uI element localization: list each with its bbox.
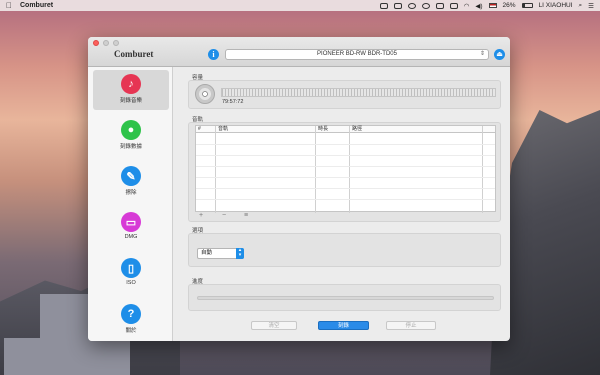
sidebar-item-label: ISO	[126, 280, 136, 286]
chevron-updown-icon: ⇕	[479, 51, 485, 57]
mode-value: 自動	[201, 250, 213, 256]
device-select[interactable]: PIONEER BD-RW BDR-TD05 ⇕	[225, 49, 489, 60]
sidebar-item-label: 擦除	[125, 190, 137, 196]
disc-icon	[195, 84, 215, 104]
battery-icon[interactable]	[521, 3, 533, 8]
iso-bin-icon: ▯	[121, 258, 141, 278]
music-note-icon: ♪	[121, 74, 141, 94]
data-drop-icon: ●	[121, 120, 141, 140]
user-name[interactable]: LI XIAOHUI	[539, 2, 573, 9]
device-label: PIONEER BD-RW BDR-TD05	[317, 51, 397, 57]
app-menu[interactable]: Comburet	[20, 2, 53, 9]
remove-track-button[interactable]: −	[222, 212, 226, 219]
clock-icon[interactable]	[421, 2, 430, 9]
add-track-button[interactable]: +	[199, 212, 203, 219]
sidebar-item-label: DMG	[124, 234, 138, 240]
stop-button[interactable]: 停止	[386, 321, 436, 330]
sidebar-item-iso[interactable]: ▯ ISO	[93, 254, 169, 294]
table-row	[196, 144, 495, 145]
column-header-track[interactable]: 音軌	[216, 126, 228, 133]
volume-icon[interactable]: ◀)	[475, 2, 482, 10]
status-icon[interactable]	[393, 2, 402, 9]
eraser-icon: ✎	[121, 166, 141, 186]
clear-button[interactable]: 清空	[251, 321, 297, 330]
status-icon[interactable]	[379, 2, 388, 9]
question-icon: ?	[121, 304, 141, 324]
minimize-button[interactable]	[103, 40, 109, 46]
column-header-number[interactable]: #	[196, 126, 201, 133]
title-bar: Comburet i PIONEER BD-RW BDR-TD05 ⇕ ⏏	[88, 37, 510, 67]
burn-progress-bar	[197, 296, 494, 300]
sidebar: ♪ 刻錄音樂 ● 刻錄數據 ✎ 擦除 ▭ DMG ▯ ISO ? 關於	[88, 67, 173, 341]
table-row	[196, 166, 495, 167]
table-header: # 音軌 時長 路徑	[196, 126, 495, 133]
info-icon[interactable]: i	[208, 49, 219, 60]
sidebar-item-erase[interactable]: ✎ 擦除	[93, 162, 169, 202]
zoom-button[interactable]	[113, 40, 119, 46]
sidebar-item-label: 關於	[125, 328, 137, 334]
options-group: 自動 ▴ ▾	[188, 233, 501, 267]
dmg-disk-icon: ▭	[121, 212, 141, 232]
table-row	[196, 177, 495, 178]
sidebar-item-dmg[interactable]: ▭ DMG	[93, 208, 169, 248]
list-icon[interactable]: ≡	[244, 212, 248, 219]
burn-button[interactable]: 刻錄	[318, 321, 369, 330]
tracks-group: # 音軌 時長 路徑 + − ≡	[188, 122, 501, 222]
progress-group	[188, 284, 501, 311]
mode-select[interactable]: 自動 ▴ ▾	[197, 248, 244, 259]
capacity-group: 79:57:72	[188, 80, 501, 109]
window-controls	[93, 40, 119, 46]
sidebar-item-about[interactable]: ? 關於	[93, 300, 169, 340]
close-button[interactable]	[93, 40, 99, 46]
search-icon[interactable]: ⌕	[579, 2, 583, 10]
menu-bar:  Comburet ◠ ◀) 26% LI XIAOHUI ⌕ ☰	[0, 0, 600, 11]
stepper-arrows-icon: ▴ ▾	[236, 248, 244, 259]
sidebar-item-burn-music[interactable]: ♪ 刻錄音樂	[93, 70, 169, 110]
tracks-table[interactable]: # 音軌 時長 路徑	[195, 125, 496, 213]
notification-center-icon[interactable]: ☰	[588, 2, 594, 10]
sidebar-item-burn-data[interactable]: ● 刻錄數據	[93, 116, 169, 156]
status-icon[interactable]	[407, 2, 416, 9]
eject-icon[interactable]: ⏏	[494, 49, 505, 60]
status-area: ◠ ◀) 26% LI XIAOHUI ⌕ ☰	[379, 2, 594, 10]
status-icon[interactable]	[435, 2, 444, 9]
redaction-block	[4, 338, 130, 375]
capacity-bar	[221, 88, 496, 97]
status-icon[interactable]	[449, 2, 458, 9]
sidebar-item-label: 刻錄數據	[119, 144, 142, 150]
table-row	[196, 188, 495, 189]
app-logo: Comburet	[114, 49, 154, 59]
sidebar-item-label: 刻錄音樂	[119, 98, 142, 104]
wifi-icon[interactable]: ◠	[464, 2, 470, 10]
apple-menu-icon[interactable]: 	[6, 1, 12, 10]
column-header-duration[interactable]: 時長	[316, 126, 328, 133]
table-row	[196, 199, 495, 200]
app-window: Comburet i PIONEER BD-RW BDR-TD05 ⇕ ⏏ ♪ …	[88, 37, 510, 341]
capacity-time: 79:57:72	[222, 99, 244, 105]
column-header-path[interactable]: 路徑	[350, 126, 362, 133]
input-source-flag-icon[interactable]	[488, 3, 497, 8]
battery-percent: 26%	[502, 2, 516, 9]
table-row	[196, 155, 495, 156]
